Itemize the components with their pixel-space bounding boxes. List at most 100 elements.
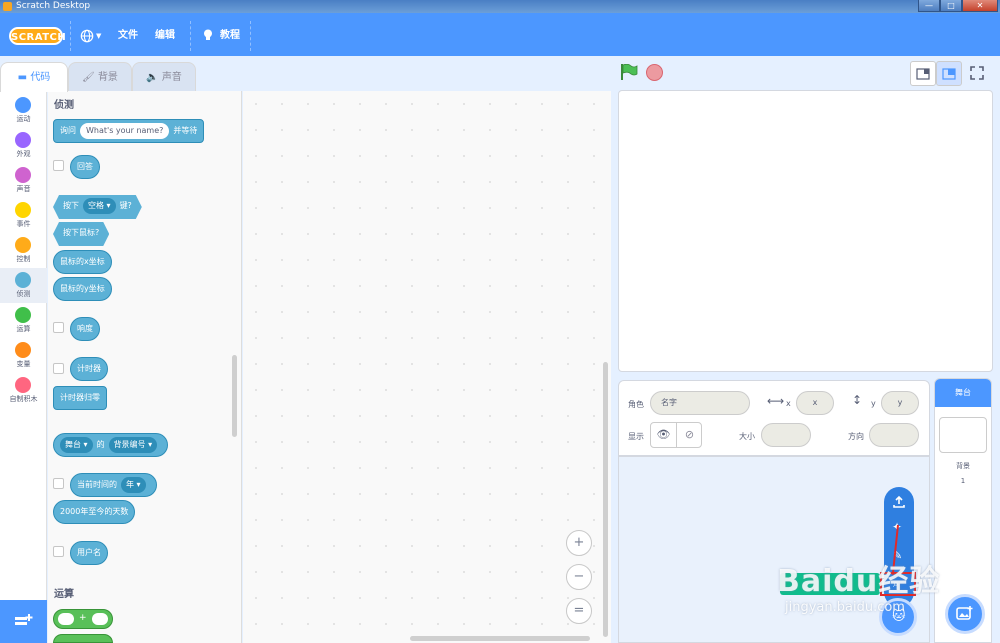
answer-checkbox[interactable] — [53, 160, 64, 171]
show-label: 显示 — [628, 432, 644, 441]
app-icon — [3, 2, 12, 11]
mouse-y-block[interactable]: 鼠标的y坐标 — [53, 277, 112, 301]
backdrops-label: 背景 — [956, 462, 970, 470]
zoom-reset-button[interactable]: = — [566, 598, 592, 624]
normal-stage-button[interactable] — [936, 61, 962, 86]
maximize-button[interactable]: □ — [940, 0, 962, 12]
ask-text-input[interactable]: What's your name? — [80, 122, 170, 139]
watermark-url: jingyan.baidu.com — [785, 600, 905, 615]
subtract-operator-block[interactable] — [53, 634, 113, 643]
small-stage-icon — [916, 68, 930, 80]
workspace-horizontal-scrollbar[interactable] — [410, 636, 590, 641]
baidu-watermark: Baidu经验 jingyan.baidu.com — [765, 548, 955, 618]
direction-label: 方向 — [848, 432, 864, 441]
green-flag-icon[interactable] — [620, 64, 638, 80]
stop-icon[interactable] — [646, 64, 663, 81]
scratch-logo[interactable]: SCRATCH — [9, 27, 66, 45]
ask-and-wait-block[interactable]: 询问 What's your name? 并等待 — [53, 119, 205, 143]
zoom-out-button[interactable]: − — [566, 564, 592, 590]
fullscreen-icon — [970, 66, 984, 80]
category-looks[interactable]: 外观 — [0, 128, 47, 163]
target-dropdown[interactable]: 舞台 ▾ — [60, 436, 93, 453]
close-button[interactable]: ✕ — [962, 0, 998, 12]
tab-backdrops[interactable]: 🖌 背景 — [68, 62, 132, 91]
edit-menu[interactable]: 编辑 — [155, 13, 175, 56]
menu-bar: SCRATCH ▼ 文件 编辑 教程 — [0, 13, 1000, 56]
workspace-vertical-scrollbar[interactable] — [603, 362, 608, 637]
current-time-checkbox[interactable] — [53, 478, 64, 489]
timer-block[interactable]: 计时器 — [70, 357, 108, 381]
watermark-brand: Baidu经验 — [777, 564, 941, 599]
size-label: 大小 — [739, 432, 755, 441]
key-pressed-block[interactable]: 按下 空格 ▾ 键? — [53, 195, 142, 219]
sprite-label: 角色 — [628, 400, 644, 409]
zoom-reset-icon: = — [573, 603, 585, 618]
loudness-block[interactable]: 响度 — [70, 317, 100, 341]
add-operator-block[interactable]: + — [53, 609, 113, 629]
file-menu[interactable]: 文件 — [118, 13, 138, 56]
eye-icon[interactable]: 👁 — [651, 423, 677, 447]
globe-icon — [80, 29, 94, 43]
backdrops-count: 1 — [960, 477, 966, 485]
speaker-icon: 🔈 — [146, 72, 159, 83]
lightbulb-icon — [204, 29, 212, 40]
stage-canvas[interactable] — [618, 90, 993, 372]
stage-header: 舞台 — [935, 379, 991, 407]
category-menu: 运动 外观 声音 事件 控制 侦测 运算 变量 自制积木 — [0, 91, 47, 643]
image-icon — [956, 606, 973, 620]
category-variables[interactable]: 变量 — [0, 338, 47, 373]
direction-input[interactable] — [869, 423, 919, 447]
fullscreen-button[interactable] — [965, 61, 991, 86]
zoom-in-button[interactable]: + — [566, 530, 592, 556]
code-workspace[interactable] — [243, 91, 611, 643]
category-events[interactable]: 事件 — [0, 198, 47, 233]
tab-sounds[interactable]: 🔈 声音 — [132, 62, 196, 91]
x-position-input[interactable]: x — [796, 391, 834, 415]
property-dropdown[interactable]: 背景编号 ▾ — [108, 436, 158, 453]
eye-hidden-icon[interactable]: ⊘ — [677, 423, 702, 447]
category-sensing[interactable]: 侦测 — [0, 268, 47, 303]
stage-thumbnail[interactable] — [939, 417, 987, 453]
visibility-toggle: 👁 ⊘ — [650, 422, 702, 448]
reset-timer-block[interactable]: 计时器归零 — [53, 386, 107, 410]
category-sound[interactable]: 声音 — [0, 163, 47, 198]
palette-scrollbar[interactable] — [232, 355, 237, 437]
add-extension-button[interactable] — [0, 600, 47, 643]
section-header-operators: 运算 — [54, 589, 74, 600]
category-operators[interactable]: 运算 — [0, 303, 47, 338]
category-my-blocks[interactable]: 自制积木 — [0, 373, 47, 408]
zoom-in-icon: + — [573, 535, 585, 550]
days-since-2000-block[interactable]: 2000年至今的天数 — [53, 500, 136, 524]
timer-checkbox[interactable] — [53, 363, 64, 374]
sprite-name-input[interactable]: 名字 — [650, 391, 750, 415]
minimize-button[interactable]: — — [918, 0, 940, 12]
vertical-arrows-icon: ↕ — [852, 393, 863, 407]
username-block[interactable]: 用户名 — [70, 541, 108, 565]
upload-icon[interactable] — [892, 495, 906, 509]
tutorials-menu[interactable]: 教程 — [200, 13, 244, 56]
key-dropdown[interactable]: 空格 ▾ — [83, 198, 116, 214]
y-position-input[interactable]: y — [881, 391, 919, 415]
small-stage-button[interactable] — [910, 61, 936, 86]
size-input[interactable] — [761, 423, 811, 447]
loudness-checkbox[interactable] — [53, 322, 64, 333]
menu-separator — [190, 21, 191, 51]
current-time-block[interactable]: 当前时间的年 ▾ — [70, 473, 157, 497]
language-menu[interactable]: ▼ — [78, 13, 106, 56]
category-motion[interactable]: 运动 — [0, 93, 47, 128]
of-block[interactable]: 舞台 ▾ 的背景编号 ▾ — [53, 433, 169, 457]
plus-operator: + — [79, 613, 87, 623]
username-checkbox[interactable] — [53, 546, 64, 557]
chevron-down-icon: ▼ — [96, 32, 102, 40]
time-unit-dropdown[interactable]: 年 ▾ — [121, 476, 146, 493]
window-title: Scratch Desktop — [16, 1, 91, 11]
category-control[interactable]: 控制 — [0, 233, 47, 268]
answer-block[interactable]: 回答 — [70, 155, 100, 179]
window-title-bar: Scratch Desktop — □ ✕ — [0, 0, 1000, 13]
mouse-down-block[interactable]: 按下鼠标? — [53, 222, 109, 246]
menu-separator — [250, 21, 251, 51]
tab-code[interactable]: ▬ 代码 — [0, 62, 68, 92]
tab-sounds-label: 声音 — [161, 72, 182, 83]
mouse-x-block[interactable]: 鼠标的x坐标 — [53, 250, 112, 274]
tab-code-label: 代码 — [30, 72, 51, 83]
